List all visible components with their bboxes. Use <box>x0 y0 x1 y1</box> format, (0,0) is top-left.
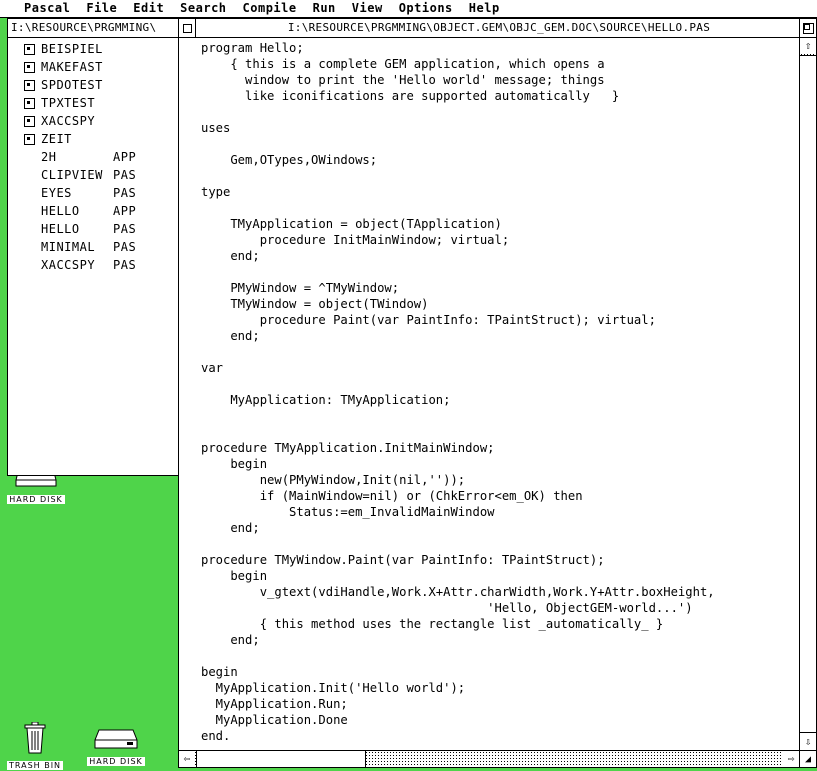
file-list-item[interactable]: MINIMAL PAS <box>8 238 178 256</box>
scroll-up-arrow-icon[interactable]: ⇧ <box>800 38 816 54</box>
horizontal-scrollbar[interactable]: ⇦ ⇨ <box>179 750 799 767</box>
file-list: BEISPIEL MAKEFAST SPDOTEST TPXTEST XACCSPY ZE… <box>8 38 178 475</box>
horizontal-scroll-thumb[interactable] <box>196 751 366 767</box>
scroll-down-arrow-icon[interactable]: ⇩ <box>800 734 816 750</box>
hard-disk-icon <box>94 729 138 749</box>
menu-search[interactable]: Search <box>172 0 234 17</box>
file-list-item[interactable]: HELLO PAS <box>8 220 178 238</box>
file-list-item[interactable]: ZEIT <box>8 130 178 148</box>
fullscreen-icon <box>802 22 814 34</box>
file-extension: PAS <box>113 258 137 272</box>
editor-window-title: I:\RESOURCE\PRGMMING\OBJECT.GEM\OBJC_GEM… <box>287 21 711 34</box>
menu-options[interactable]: Options <box>391 0 461 17</box>
file-list-item[interactable]: BEISPIEL <box>8 40 178 58</box>
hard-disk-label: HARD DISK <box>87 757 145 766</box>
source-code[interactable]: program Hello; { this is a complete GEM … <box>179 38 799 744</box>
file-list-item[interactable]: MAKEFAST <box>8 58 178 76</box>
file-extension: APP <box>113 150 137 164</box>
folder-window-title: I:\RESOURCE\PRGMMING\ <box>11 21 157 34</box>
file-extension: PAS <box>113 240 137 254</box>
folder-icon <box>24 115 35 127</box>
menu-pascal[interactable]: Pascal <box>16 0 78 17</box>
file-name: CLIPVIEW <box>41 168 103 182</box>
scroll-right-arrow-icon[interactable]: ⇨ <box>783 751 799 767</box>
folder-icon <box>24 79 35 91</box>
hard-disk-icon-bottom[interactable]: HARD DISK <box>84 728 148 767</box>
folder-icon <box>24 97 35 109</box>
file-extension: PAS <box>113 222 137 236</box>
trash-bin-icon <box>24 721 46 754</box>
vertical-scrollbar[interactable]: ⇧ ⇩ <box>799 38 816 750</box>
file-name: SPDOTEST <box>41 78 103 92</box>
file-name: 2H <box>41 150 57 164</box>
hard-disk-label: HARD DISK <box>7 495 65 504</box>
folder-icon <box>24 61 35 73</box>
menu-help[interactable]: Help <box>461 0 508 17</box>
menu-bar: Pascal File Edit Search Compile Run View… <box>0 0 817 18</box>
file-name: XACCSPY <box>41 114 96 128</box>
editor-window-titlebar[interactable]: I:\RESOURCE\PRGMMING\OBJECT.GEM\OBJC_GEM… <box>179 19 816 38</box>
menu-view[interactable]: View <box>344 0 391 17</box>
file-name: HELLO <box>41 222 80 236</box>
file-list-item[interactable]: XACCSPY <box>8 112 178 130</box>
close-icon <box>182 23 192 33</box>
menu-run[interactable]: Run <box>305 0 344 17</box>
vertical-scroll-thumb[interactable] <box>800 55 816 733</box>
editor-window: I:\RESOURCE\PRGMMING\OBJECT.GEM\OBJC_GEM… <box>178 18 817 768</box>
file-name: BEISPIEL <box>41 42 103 56</box>
folder-window: I:\RESOURCE\PRGMMING\ BEISPIEL MAKEFAST SP… <box>7 18 179 476</box>
file-name: EYES <box>41 186 72 200</box>
menu-edit[interactable]: Edit <box>125 0 172 17</box>
folder-icon <box>24 133 35 145</box>
folder-icon <box>24 43 35 55</box>
file-name: MINIMAL <box>41 240 96 254</box>
trash-bin-label: TRASH BIN <box>6 761 64 770</box>
file-name: MAKEFAST <box>41 60 103 74</box>
file-name: XACCSPY <box>41 258 96 272</box>
file-list-item[interactable]: 2H APP <box>8 148 178 166</box>
file-list-item[interactable]: TPXTEST <box>8 94 178 112</box>
file-list-item[interactable]: SPDOTEST <box>8 76 178 94</box>
file-name: TPXTEST <box>41 96 96 110</box>
full-box-button[interactable] <box>799 19 816 37</box>
file-list-item[interactable]: CLIPVIEW PAS <box>8 166 178 184</box>
trash-bin-icon-group[interactable]: TRASH BIN <box>4 721 66 771</box>
scroll-left-arrow-icon[interactable]: ⇦ <box>179 751 195 767</box>
menu-file[interactable]: File <box>78 0 125 17</box>
file-name: ZEIT <box>41 132 72 146</box>
file-list-item[interactable]: EYES PAS <box>8 184 178 202</box>
file-extension: PAS <box>113 168 137 182</box>
folder-window-titlebar[interactable]: I:\RESOURCE\PRGMMING\ <box>8 19 178 38</box>
editor-text-area[interactable]: program Hello; { this is a complete GEM … <box>179 38 799 750</box>
close-box-button[interactable] <box>179 19 196 37</box>
file-extension: APP <box>113 204 137 218</box>
file-name: HELLO <box>41 204 80 218</box>
resize-handle-icon[interactable]: ◢ <box>799 750 816 767</box>
file-list-item[interactable]: HELLO APP <box>8 202 178 220</box>
file-list-item[interactable]: XACCSPY PAS <box>8 256 178 274</box>
menu-compile[interactable]: Compile <box>235 0 305 17</box>
file-extension: PAS <box>113 186 137 200</box>
